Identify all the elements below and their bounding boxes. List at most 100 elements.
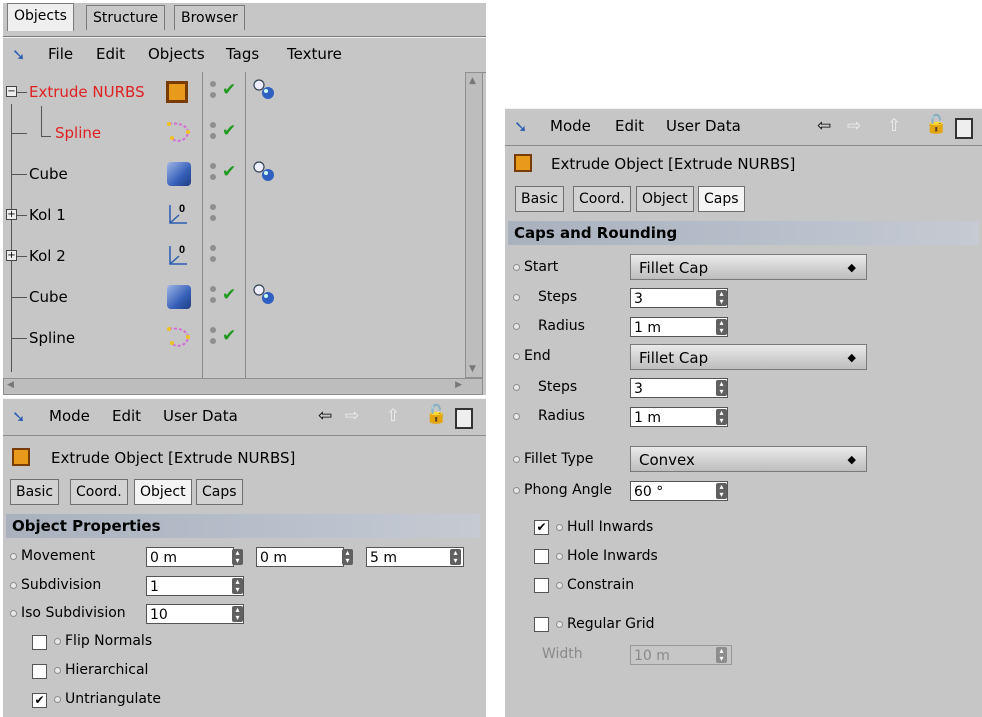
movement-y-stepper[interactable]: ▴ ▾ <box>342 549 353 565</box>
tab-caps[interactable]: Caps <box>698 186 745 212</box>
tab-structure[interactable]: Structure <box>86 5 166 30</box>
tab-basic[interactable]: Basic <box>515 186 565 212</box>
hull-inwards-checkbox[interactable]: ✔ <box>534 520 549 535</box>
tab-coord[interactable]: Coord. <box>70 479 128 505</box>
scroll-right-arrow-icon[interactable]: ▶ <box>455 380 462 390</box>
cursor-arrow-icon[interactable]: ➘ <box>12 407 25 426</box>
menu-user-data[interactable]: User Data <box>666 117 741 135</box>
constrain-checkbox[interactable] <box>534 578 549 593</box>
phong-angle-field[interactable]: 60 ° <box>630 481 728 501</box>
cursor-arrow-icon[interactable]: ➘ <box>514 117 527 136</box>
visibility-dots-icon[interactable] <box>210 163 216 180</box>
tree-row[interactable]: Cube ✔ <box>3 277 465 317</box>
tree-row[interactable]: Spline ✔ <box>3 318 465 358</box>
tree-item-label[interactable]: Kol 2 <box>29 247 66 265</box>
tree-item-label[interactable]: Spline <box>55 124 101 142</box>
phong-tag-icon[interactable] <box>252 78 278 106</box>
visibility-dots-icon[interactable] <box>210 327 216 344</box>
regular-grid-checkbox[interactable] <box>534 617 549 632</box>
visibility-dots-icon[interactable] <box>210 81 216 98</box>
tab-object[interactable]: Object <box>134 479 192 505</box>
back-arrow-icon[interactable]: ⇦ <box>318 406 332 426</box>
menu-edit[interactable]: Edit <box>96 45 125 63</box>
lock-icon[interactable]: 🔓 <box>425 404 447 425</box>
untriangulate-checkbox[interactable]: ✔ <box>32 693 47 708</box>
end-cap-dropdown[interactable]: Fillet Cap ◆ <box>630 344 867 370</box>
tree-vertical-scrollbar[interactable]: ▲ ▼ <box>465 72 483 378</box>
movement-x-field[interactable]: 0 m <box>146 547 234 567</box>
menu-user-data[interactable]: User Data <box>163 407 238 425</box>
menu-tags[interactable]: Tags <box>226 45 259 63</box>
iso-subdivision-field[interactable]: 10 <box>146 604 244 624</box>
new-window-icon[interactable] <box>455 408 473 429</box>
end-radius-stepper[interactable]: ▴ ▾ <box>716 409 727 425</box>
up-arrow-icon[interactable]: ⇧ <box>386 406 400 426</box>
tree-item-label[interactable]: Kol 1 <box>29 206 66 224</box>
visibility-dots-icon[interactable] <box>210 245 216 262</box>
forward-arrow-icon[interactable]: ⇨ <box>345 406 359 426</box>
end-steps-field[interactable]: 3 <box>630 378 728 398</box>
enabled-check-icon[interactable]: ✔ <box>222 285 236 305</box>
lock-icon[interactable]: 🔓 <box>925 114 947 135</box>
enabled-check-icon[interactable]: ✔ <box>222 80 236 100</box>
forward-arrow-icon[interactable]: ⇨ <box>847 116 861 136</box>
scroll-left-arrow-icon[interactable]: ◀ <box>7 380 14 390</box>
start-radius-field[interactable]: 1 m <box>630 317 728 337</box>
scroll-up-arrow-icon[interactable]: ▲ <box>469 76 476 86</box>
tab-coord[interactable]: Coord. <box>573 186 631 212</box>
fillet-type-dropdown[interactable]: Convex ◆ <box>630 446 867 472</box>
flip-normals-checkbox[interactable] <box>32 635 47 650</box>
tree-row[interactable]: − Extrude NURBS ✔ <box>3 72 465 112</box>
tab-objects[interactable]: Objects <box>7 3 74 31</box>
tree-item-label[interactable]: Cube <box>29 288 68 306</box>
enabled-check-icon[interactable]: ✔ <box>222 121 236 141</box>
phong-tag-icon[interactable] <box>252 160 278 188</box>
tree-item-label[interactable]: Cube <box>29 165 68 183</box>
scroll-down-arrow-icon[interactable]: ▼ <box>469 364 476 374</box>
phong-angle-stepper[interactable]: ▴ ▾ <box>716 483 727 499</box>
end-radius-field[interactable]: 1 m <box>630 407 728 427</box>
up-arrow-icon[interactable]: ⇧ <box>887 116 901 136</box>
tree-horizontal-scrollbar[interactable]: ◀ ▶ <box>3 378 483 395</box>
visibility-dots-icon[interactable] <box>210 204 216 221</box>
collapse-icon[interactable]: − <box>6 86 17 97</box>
subdivision-field[interactable]: 1 <box>146 576 244 596</box>
hole-inwards-checkbox[interactable] <box>534 549 549 564</box>
movement-z-stepper[interactable]: ▴ ▾ <box>450 549 461 565</box>
movement-y-field[interactable]: 0 m <box>256 547 344 567</box>
menu-edit[interactable]: Edit <box>615 117 644 135</box>
tree-row[interactable]: Cube ✔ <box>3 154 465 194</box>
start-cap-dropdown[interactable]: Fillet Cap ◆ <box>630 254 867 280</box>
tab-basic[interactable]: Basic <box>10 479 60 505</box>
tab-object[interactable]: Object <box>636 186 694 212</box>
expand-icon[interactable]: + <box>6 250 17 261</box>
menu-file[interactable]: File <box>48 45 73 63</box>
end-steps-stepper[interactable]: ▴ ▾ <box>716 380 727 396</box>
subdivision-stepper[interactable]: ▴ ▾ <box>232 578 243 594</box>
phong-tag-icon[interactable] <box>252 283 278 311</box>
iso-subdivision-stepper[interactable]: ▴ ▾ <box>232 606 243 622</box>
movement-x-stepper[interactable]: ▴ ▾ <box>232 549 243 565</box>
enabled-check-icon[interactable]: ✔ <box>222 162 236 182</box>
menu-texture[interactable]: Texture <box>287 45 342 63</box>
visibility-dots-icon[interactable] <box>210 286 216 303</box>
hierarchical-checkbox[interactable] <box>32 664 47 679</box>
tree-item-label[interactable]: Extrude NURBS <box>29 83 145 101</box>
tree-row[interactable]: + Kol 2 0 <box>3 236 465 276</box>
cursor-arrow-icon[interactable]: ➘ <box>12 45 25 64</box>
menu-mode[interactable]: Mode <box>49 407 90 425</box>
enabled-check-icon[interactable]: ✔ <box>222 326 236 346</box>
tree-item-label[interactable]: Spline <box>29 329 75 347</box>
tree-row[interactable]: Spline ✔ <box>3 113 465 153</box>
back-arrow-icon[interactable]: ⇦ <box>817 116 831 136</box>
tree-row[interactable]: + Kol 1 0 <box>3 195 465 235</box>
menu-edit[interactable]: Edit <box>112 407 141 425</box>
expand-icon[interactable]: + <box>6 209 17 220</box>
start-radius-stepper[interactable]: ▴ ▾ <box>716 319 727 335</box>
tab-caps[interactable]: Caps <box>196 479 243 505</box>
start-steps-stepper[interactable]: ▴ ▾ <box>716 290 727 306</box>
start-steps-field[interactable]: 3 <box>630 288 728 308</box>
new-window-icon[interactable] <box>955 118 973 139</box>
menu-objects[interactable]: Objects <box>148 45 205 63</box>
tab-browser[interactable]: Browser <box>174 5 245 30</box>
